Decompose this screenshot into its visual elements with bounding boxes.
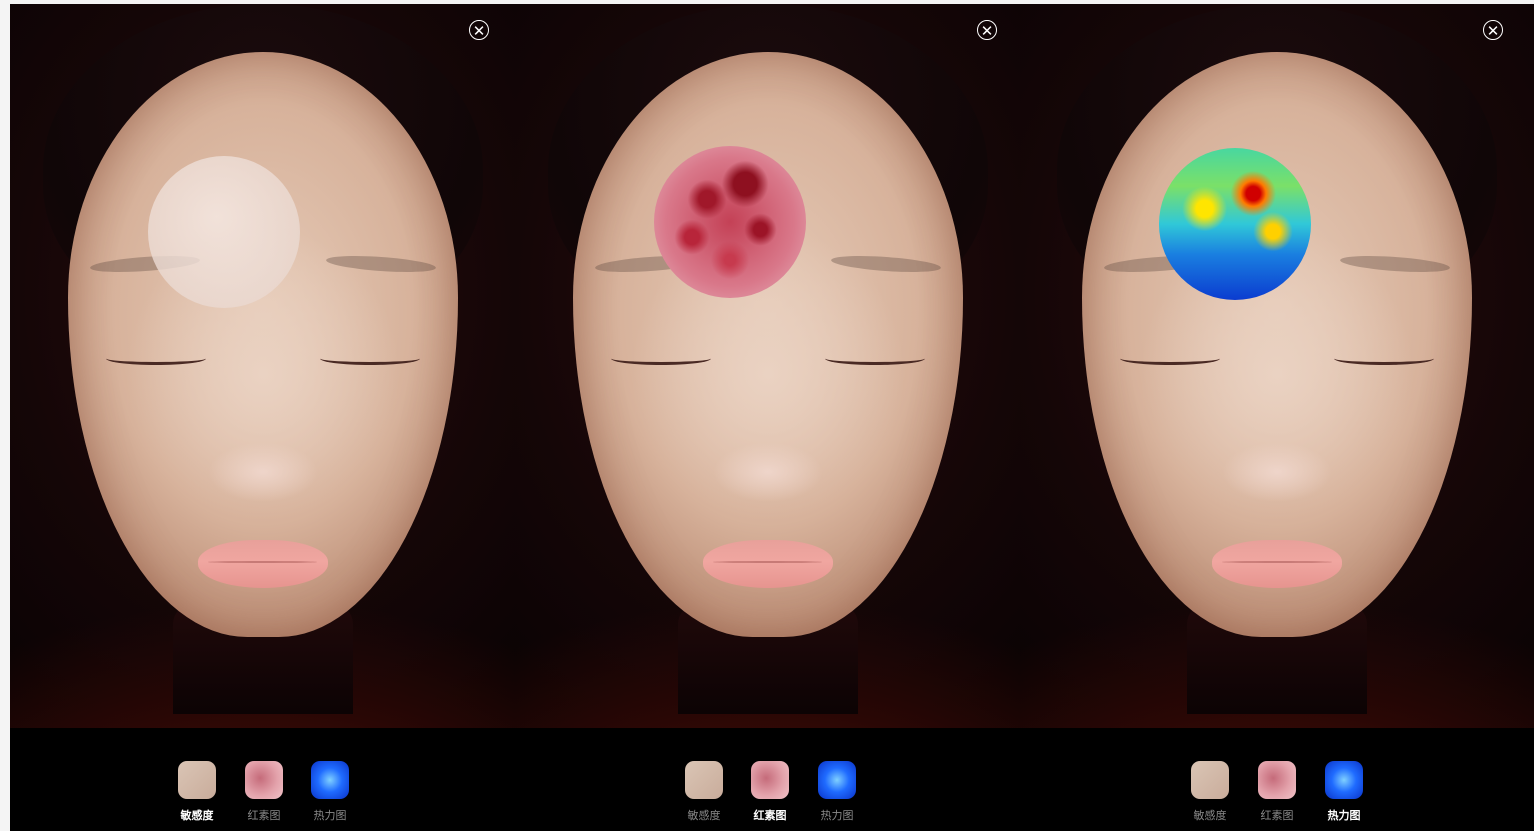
left-eye [105, 352, 206, 365]
tool-redness-map[interactable]: 红素图 [236, 761, 292, 823]
sensitivity-lens[interactable] [148, 156, 300, 308]
face [572, 52, 963, 637]
tool-label: 红素图 [753, 809, 787, 822]
heatmap-thumbnail-icon [311, 761, 349, 799]
tool-label: 红素图 [1260, 809, 1294, 822]
sensitivity-thumbnail-icon [1191, 761, 1229, 799]
right-eyebrow [830, 253, 941, 275]
tool-label: 热力图 [313, 809, 347, 822]
face-photo [515, 4, 1020, 728]
analysis-panel-sensitivity: ✕ 敏感度 红素图 热力图 [10, 4, 515, 831]
tool-sensitivity[interactable]: 敏感度 [169, 761, 225, 823]
tool-label: 敏感度 [687, 809, 721, 822]
tool-heatmap[interactable]: 热力图 [809, 761, 865, 823]
tool-redness-map[interactable]: 红素图 [1249, 761, 1305, 823]
face-photo [10, 4, 515, 728]
close-button[interactable]: ✕ [469, 20, 489, 40]
tool-redness-map[interactable]: 红素图 [742, 761, 798, 823]
face [67, 52, 458, 637]
face-photo [1020, 4, 1534, 728]
lips [1212, 540, 1342, 588]
redness-map-thumbnail-icon [751, 761, 789, 799]
sensitivity-thumbnail-icon [685, 761, 723, 799]
redness-map-thumbnail-icon [245, 761, 283, 799]
tool-heatmap[interactable]: 热力图 [1316, 761, 1372, 823]
analysis-panel-heatmap: ✕ 敏感度 红素图 热力图 [1020, 4, 1534, 831]
analysis-panel-redness: ✕ 敏感度 红素图 热力图 [515, 4, 1020, 831]
tool-label: 热力图 [1327, 809, 1361, 822]
left-eye [610, 352, 711, 365]
tool-heatmap[interactable]: 热力图 [302, 761, 358, 823]
sensitivity-thumbnail-icon [178, 761, 216, 799]
lips [197, 540, 328, 588]
right-eye [319, 352, 420, 365]
tool-sensitivity[interactable]: 敏感度 [1182, 761, 1238, 823]
heatmap-lens[interactable] [1159, 148, 1311, 300]
close-button[interactable]: ✕ [977, 20, 997, 40]
right-eye [824, 352, 925, 365]
tool-label: 红素图 [247, 809, 281, 822]
redness-map-thumbnail-icon [1258, 761, 1296, 799]
analysis-toolbar: 敏感度 红素图 热力图 [515, 728, 1020, 831]
face [1082, 52, 1472, 637]
right-eyebrow [325, 253, 436, 275]
right-eye [1334, 352, 1434, 365]
nose [1222, 442, 1332, 502]
nose [712, 442, 823, 502]
tool-sensitivity[interactable]: 敏感度 [676, 761, 732, 823]
nose [207, 442, 318, 502]
heatmap-thumbnail-icon [1325, 761, 1363, 799]
tool-label: 敏感度 [180, 809, 214, 822]
analysis-toolbar: 敏感度 红素图 热力图 [1020, 728, 1534, 831]
right-eyebrow [1339, 253, 1451, 275]
lips [702, 540, 833, 588]
redness-lens[interactable] [654, 146, 806, 298]
left-eye [1120, 352, 1220, 365]
tool-label: 敏感度 [1193, 809, 1227, 822]
heatmap-thumbnail-icon [818, 761, 856, 799]
tool-label: 热力图 [820, 809, 854, 822]
close-button[interactable]: ✕ [1483, 20, 1503, 40]
analysis-toolbar: 敏感度 红素图 热力图 [10, 728, 515, 831]
